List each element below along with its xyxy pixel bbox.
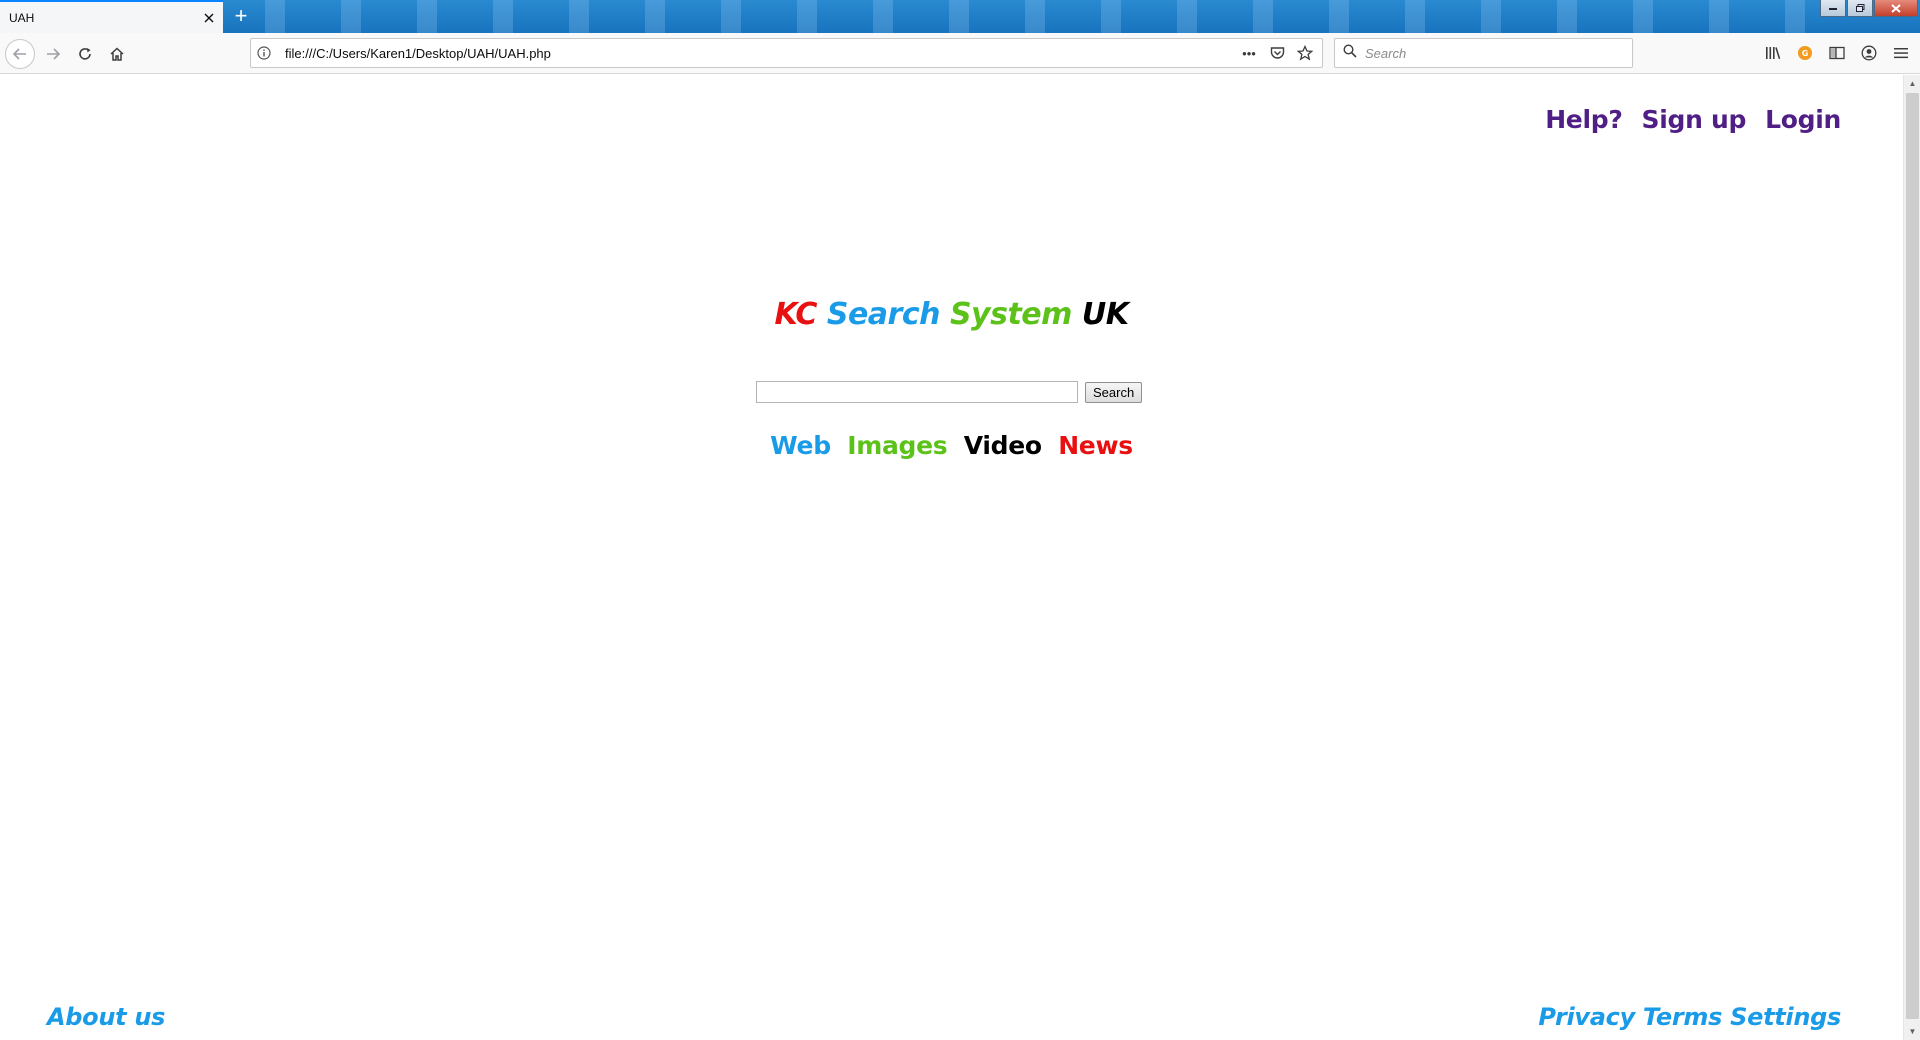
search-bar[interactable] [1334,38,1633,68]
footer-left: About us [47,1003,165,1031]
logo-word-uk: UK [1081,297,1129,332]
search-icon [1343,43,1357,63]
restore-icon [1855,4,1864,12]
minimize-icon [1829,8,1837,10]
category-images-link[interactable]: Images [847,431,947,460]
category-video-link[interactable]: Video [964,431,1042,460]
extension-icon[interactable]: G [1792,39,1818,67]
toolbar-right-icons: G [1760,39,1914,67]
site-logo: KC Search System UK [0,297,1903,332]
signup-link[interactable]: Sign up [1642,105,1747,134]
privacy-link[interactable]: Privacy [1538,1003,1635,1031]
url-input[interactable] [277,45,1240,61]
tab-title: UAH [9,10,35,25]
hamburger-menu-icon[interactable] [1888,39,1914,67]
about-us-link[interactable]: About us [47,1003,165,1031]
settings-link[interactable]: Settings [1730,1003,1841,1031]
close-icon[interactable] [195,4,223,32]
scroll-down-arrow-icon[interactable]: ▼ [1904,1023,1920,1040]
category-news-link[interactable]: News [1058,431,1133,460]
new-tab-button[interactable]: + [228,3,254,29]
home-icon [110,47,124,61]
back-arrow-icon [12,48,26,60]
url-bar[interactable]: ••• [250,38,1323,68]
tab-uah[interactable]: UAH [0,0,223,33]
search-bar-input[interactable] [1357,45,1632,61]
tab-strip: UAH + [0,0,1920,33]
sidebar-icon[interactable] [1824,39,1850,67]
navigation-toolbar: ••• G [0,33,1920,74]
reload-icon [79,48,91,60]
login-link[interactable]: Login [1765,105,1841,134]
logo-word-kc: KC [774,297,818,332]
search-input[interactable] [756,381,1078,403]
vertical-scrollbar[interactable]: ▲ ▼ [1903,75,1920,1040]
window-close-button[interactable] [1874,0,1918,17]
svg-text:G: G [1802,49,1809,58]
footer-right: Privacy Terms Settings [1538,1003,1841,1031]
minimize-button[interactable] [1820,0,1846,17]
account-icon[interactable] [1856,39,1882,67]
restore-button[interactable] [1847,0,1873,17]
search-button[interactable]: Search [1085,381,1143,403]
logo-word-search: Search [826,297,941,332]
back-button[interactable] [5,39,35,69]
page-info-icon[interactable] [251,46,277,60]
search-form: Search [756,381,1143,403]
category-links: Web Images Video News [0,431,1903,460]
forward-arrow-icon [47,48,61,60]
forward-button[interactable] [38,39,68,69]
logo-word-system: System [949,297,1072,332]
bookmark-star-icon[interactable] [1296,44,1314,62]
library-icon[interactable] [1760,39,1786,67]
top-links: Help? Sign up Login [1545,105,1841,134]
category-web-link[interactable]: Web [770,431,831,460]
reload-button[interactable] [70,39,100,69]
page-actions-button[interactable]: ••• [1240,44,1258,62]
window-close-icon [1891,3,1901,13]
help-link[interactable]: Help? [1545,105,1623,134]
window-controls [1820,0,1918,18]
titlebar-background-pattern [225,0,1810,33]
scrollbar-thumb[interactable] [1906,93,1919,1019]
pocket-icon[interactable] [1268,44,1286,62]
web-page: Help? Sign up Login KC Search System UK … [0,75,1903,1040]
scroll-up-arrow-icon[interactable]: ▲ [1904,75,1920,92]
home-button[interactable] [102,39,132,69]
terms-link[interactable]: Terms [1643,1003,1722,1031]
